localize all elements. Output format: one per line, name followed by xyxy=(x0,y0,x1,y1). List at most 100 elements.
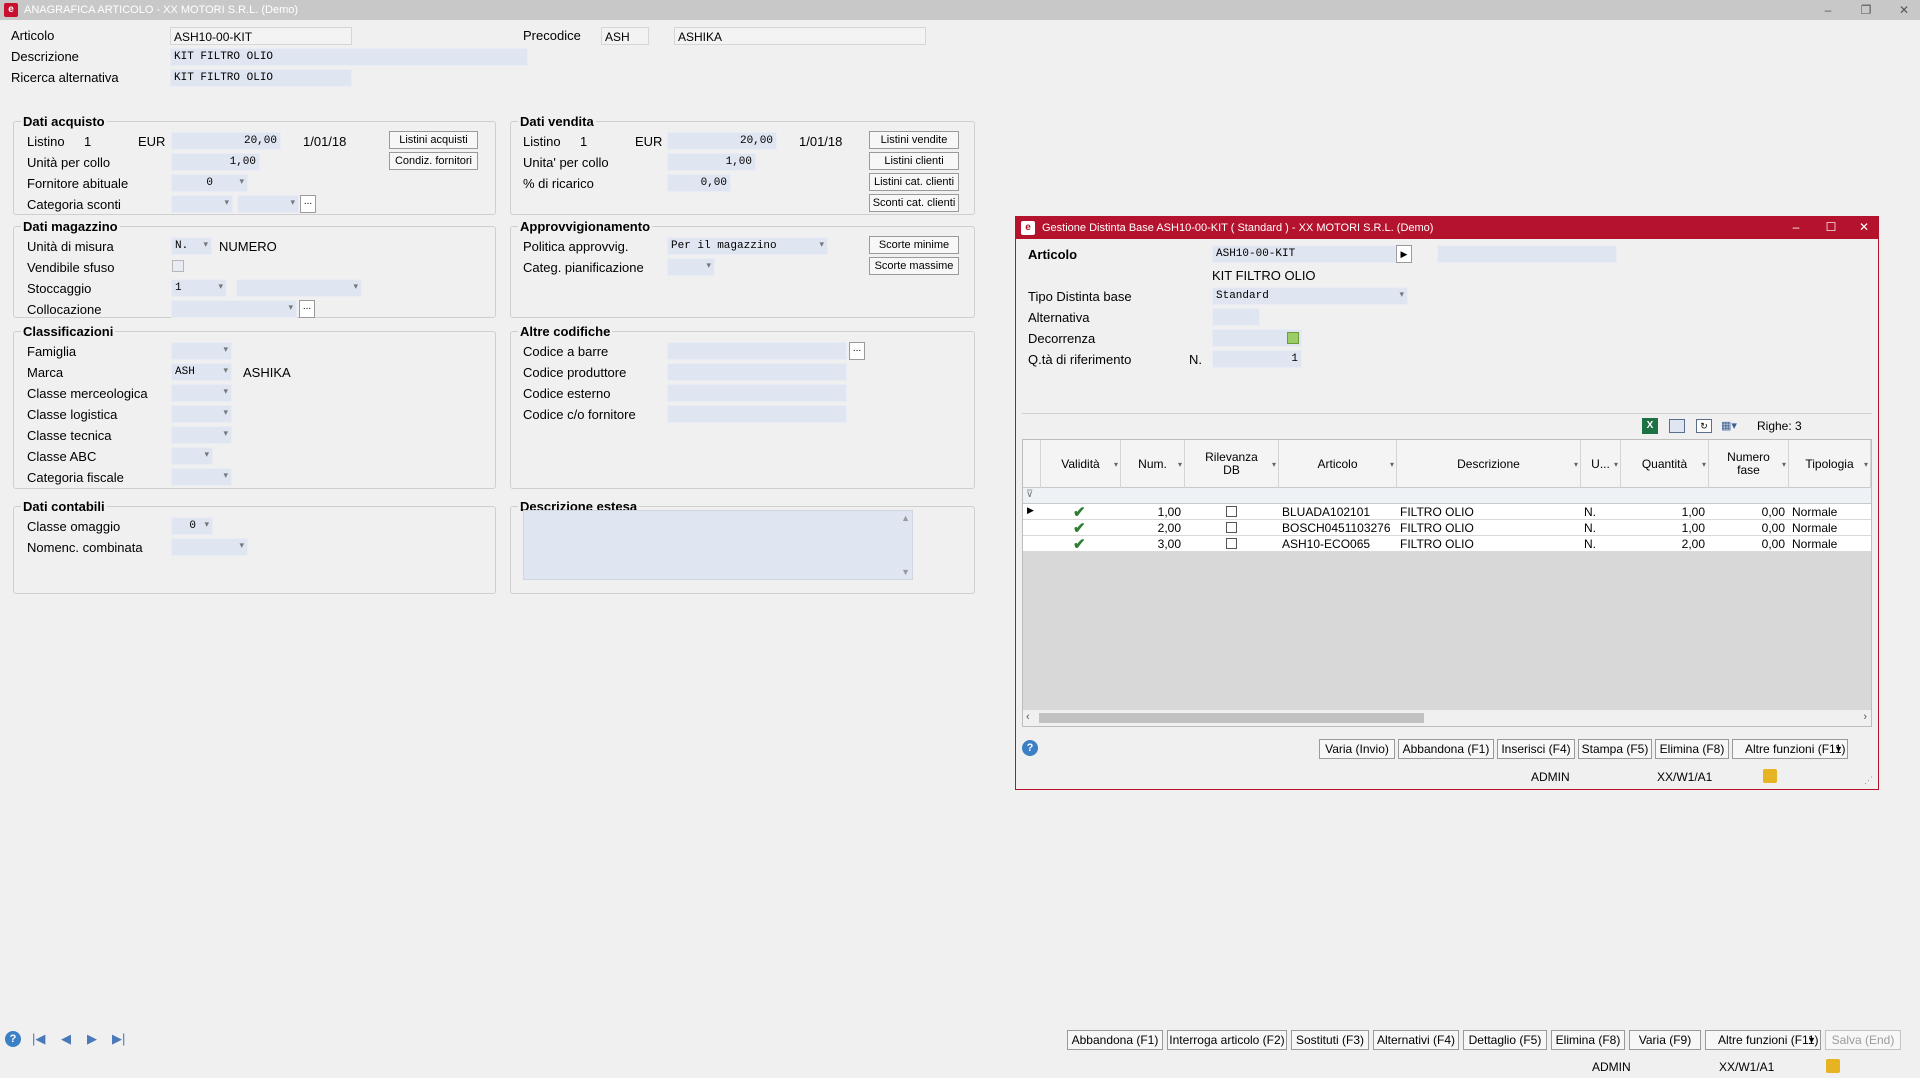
unita-misura-select[interactable]: N. xyxy=(171,237,212,255)
precodice-field[interactable]: ASH xyxy=(601,27,649,45)
listini-vendite-button[interactable]: Listini vendite xyxy=(869,131,959,149)
col-descrizione[interactable]: Descrizione ▾ xyxy=(1397,440,1581,488)
col-filter-icon[interactable]: ▾ xyxy=(1702,458,1706,471)
last-record-icon[interactable]: ▶| xyxy=(112,1031,125,1047)
dialog-minimize-icon[interactable]: – xyxy=(1786,220,1806,234)
categoria-sconti-ellipsis-button[interactable]: ... xyxy=(300,195,316,213)
col-articolo[interactable]: Articolo ▾ xyxy=(1279,440,1397,488)
classe-merceologica-select[interactable] xyxy=(171,384,232,402)
table-row[interactable]: ✔ 3,00 ASH10-ECO065 FILTRO OLIO N. 2,00 … xyxy=(1023,536,1871,553)
decorrenza-field[interactable] xyxy=(1212,329,1302,347)
dlg-articolo-field[interactable]: ASH10-00-KIT xyxy=(1212,245,1396,263)
categ-pianificazione-select[interactable] xyxy=(667,258,715,276)
col-numero-fase[interactable]: Numero fase ▾ xyxy=(1709,440,1789,488)
listini-clienti-button[interactable]: Listini clienti xyxy=(869,152,959,170)
codice-barre-ellipsis-button[interactable]: ... xyxy=(849,342,865,360)
listini-cat-clienti-button[interactable]: Listini cat. clienti xyxy=(869,173,959,191)
next-record-icon[interactable]: ▶ xyxy=(87,1031,97,1047)
listino-vendita-price[interactable]: 20,00 xyxy=(667,132,777,150)
dlg-articolo-lookup-icon[interactable]: ▶ xyxy=(1396,245,1412,263)
rilevanza-checkbox[interactable] xyxy=(1226,522,1237,533)
dlg-varia-button[interactable]: Varia (Invio) xyxy=(1319,739,1395,759)
close-icon[interactable]: ✕ xyxy=(1892,2,1916,18)
col-validita[interactable]: Validità ▾ xyxy=(1041,440,1121,488)
col-filter-icon[interactable]: ▾ xyxy=(1782,458,1786,471)
marca-select[interactable]: ASH xyxy=(171,363,232,381)
scorte-minime-button[interactable]: Scorte minime xyxy=(869,236,959,254)
scroll-down-icon[interactable]: ▼ xyxy=(901,567,910,577)
vendibile-sfuso-checkbox[interactable] xyxy=(172,260,184,272)
articolo-field[interactable]: ASH10-00-KIT xyxy=(170,27,352,45)
condiz-fornitori-button[interactable]: Condiz. fornitori xyxy=(389,152,478,170)
calendar-icon[interactable] xyxy=(1287,332,1299,344)
grid-layout-icon[interactable] xyxy=(1669,419,1685,433)
alternativi-button[interactable]: Alternativi (F4) xyxy=(1373,1030,1459,1050)
restore-icon[interactable]: ❐ xyxy=(1854,2,1878,18)
help-icon[interactable]: ? xyxy=(5,1031,21,1047)
col-quantita[interactable]: Quantità ▾ xyxy=(1621,440,1709,488)
column-chooser-icon[interactable]: ▦▾ xyxy=(1721,419,1749,433)
first-record-icon[interactable]: |◀ xyxy=(32,1031,45,1047)
scorte-massime-button[interactable]: Scorte massime xyxy=(869,257,959,275)
codice-produttore-field[interactable] xyxy=(667,363,847,381)
dlg-abbandona-button[interactable]: Abbandona (F1) xyxy=(1398,739,1494,759)
refresh-icon[interactable]: ↻ xyxy=(1696,419,1712,433)
col-filter-icon[interactable]: ▾ xyxy=(1614,458,1618,471)
col-num[interactable]: Num. ▾ xyxy=(1121,440,1185,488)
rilevanza-checkbox[interactable] xyxy=(1226,506,1237,517)
tipo-distinta-select[interactable]: Standard xyxy=(1212,287,1408,305)
sostituti-button[interactable]: Sostituti (F3) xyxy=(1291,1030,1369,1050)
scrollbar-thumb[interactable] xyxy=(1039,713,1424,723)
unita-collo-vendita-field[interactable]: 1,00 xyxy=(667,153,756,171)
grid-h-scrollbar[interactable]: ‹ › xyxy=(1023,710,1871,726)
rilevanza-checkbox[interactable] xyxy=(1226,538,1237,549)
scroll-right-icon[interactable]: › xyxy=(1863,711,1867,723)
scroll-left-icon[interactable]: ‹ xyxy=(1026,711,1030,723)
stoccaggio-select[interactable]: 1 xyxy=(171,279,227,297)
dialog-maximize-icon[interactable]: ☐ xyxy=(1821,220,1841,234)
categoria-sconti-select-2[interactable] xyxy=(237,195,299,213)
descrizione-estesa-textarea[interactable]: ▲ ▼ xyxy=(523,510,913,580)
col-filter-icon[interactable]: ▾ xyxy=(1574,458,1578,471)
unita-collo-acquisto-field[interactable]: 1,00 xyxy=(171,153,260,171)
ricarico-field[interactable]: 0,00 xyxy=(667,174,731,192)
dlg-altre-funzioni-button[interactable]: Altre funzioni (F11) ▼ xyxy=(1732,739,1848,759)
codice-esterno-field[interactable] xyxy=(667,384,847,402)
table-row[interactable]: ▶ ✔ 1,00 BLUADA102101 FILTRO OLIO N. 1,0… xyxy=(1023,504,1871,521)
minimize-icon[interactable]: – xyxy=(1816,2,1840,18)
listino-acquisto-price[interactable]: 20,00 xyxy=(171,132,281,150)
collocazione-ellipsis-button[interactable]: ... xyxy=(299,300,315,318)
classe-tecnica-select[interactable] xyxy=(171,426,232,444)
varia-button[interactable]: Varia (F9) xyxy=(1629,1030,1701,1050)
col-filter-icon[interactable]: ▾ xyxy=(1114,458,1118,471)
elimina-button[interactable]: Elimina (F8) xyxy=(1551,1030,1625,1050)
alternativa-field[interactable] xyxy=(1212,308,1260,326)
codice-barre-field[interactable] xyxy=(667,342,847,360)
dlg-elimina-button[interactable]: Elimina (F8) xyxy=(1655,739,1729,759)
categoria-fiscale-select[interactable] xyxy=(171,468,232,486)
famiglia-select[interactable] xyxy=(171,342,232,360)
prev-record-icon[interactable]: ◀ xyxy=(61,1031,71,1047)
col-filter-icon[interactable]: ▾ xyxy=(1272,458,1276,471)
dialog-close-icon[interactable]: ✕ xyxy=(1854,220,1874,234)
ricerca-alternativa-field[interactable]: KIT FILTRO OLIO xyxy=(170,69,352,87)
altre-funzioni-button[interactable]: Altre funzioni (F11) ▼ xyxy=(1705,1030,1821,1050)
fornitore-abituale-select[interactable]: 0 xyxy=(171,174,248,192)
categoria-sconti-select-1[interactable] xyxy=(171,195,233,213)
excel-export-icon[interactable]: X xyxy=(1642,418,1658,434)
grid-filter-row[interactable]: ⊽ xyxy=(1023,488,1871,504)
col-tipologia[interactable]: Tipologia ▾ xyxy=(1789,440,1871,488)
scroll-up-icon[interactable]: ▲ xyxy=(901,513,910,523)
dialog-help-icon[interactable]: ? xyxy=(1022,740,1038,756)
col-rilevanza[interactable]: Rilevanza DB ▾ xyxy=(1185,440,1279,488)
resize-grip-icon[interactable]: ⋰ xyxy=(1864,775,1873,786)
dlg-stampa-button[interactable]: Stampa (F5) xyxy=(1578,739,1652,759)
dettaglio-button[interactable]: Dettaglio (F5) xyxy=(1463,1030,1547,1050)
col-filter-icon[interactable]: ▾ xyxy=(1390,458,1394,471)
interroga-articolo-button[interactable]: Interroga articolo (F2) xyxy=(1167,1030,1287,1050)
classe-logistica-select[interactable] xyxy=(171,405,232,423)
stoccaggio-desc-select[interactable] xyxy=(236,279,362,297)
classe-omaggio-select[interactable]: 0 xyxy=(171,517,213,535)
sconti-cat-clienti-button[interactable]: Sconti cat. clienti xyxy=(869,194,959,212)
col-filter-icon[interactable]: ▾ xyxy=(1864,458,1868,471)
